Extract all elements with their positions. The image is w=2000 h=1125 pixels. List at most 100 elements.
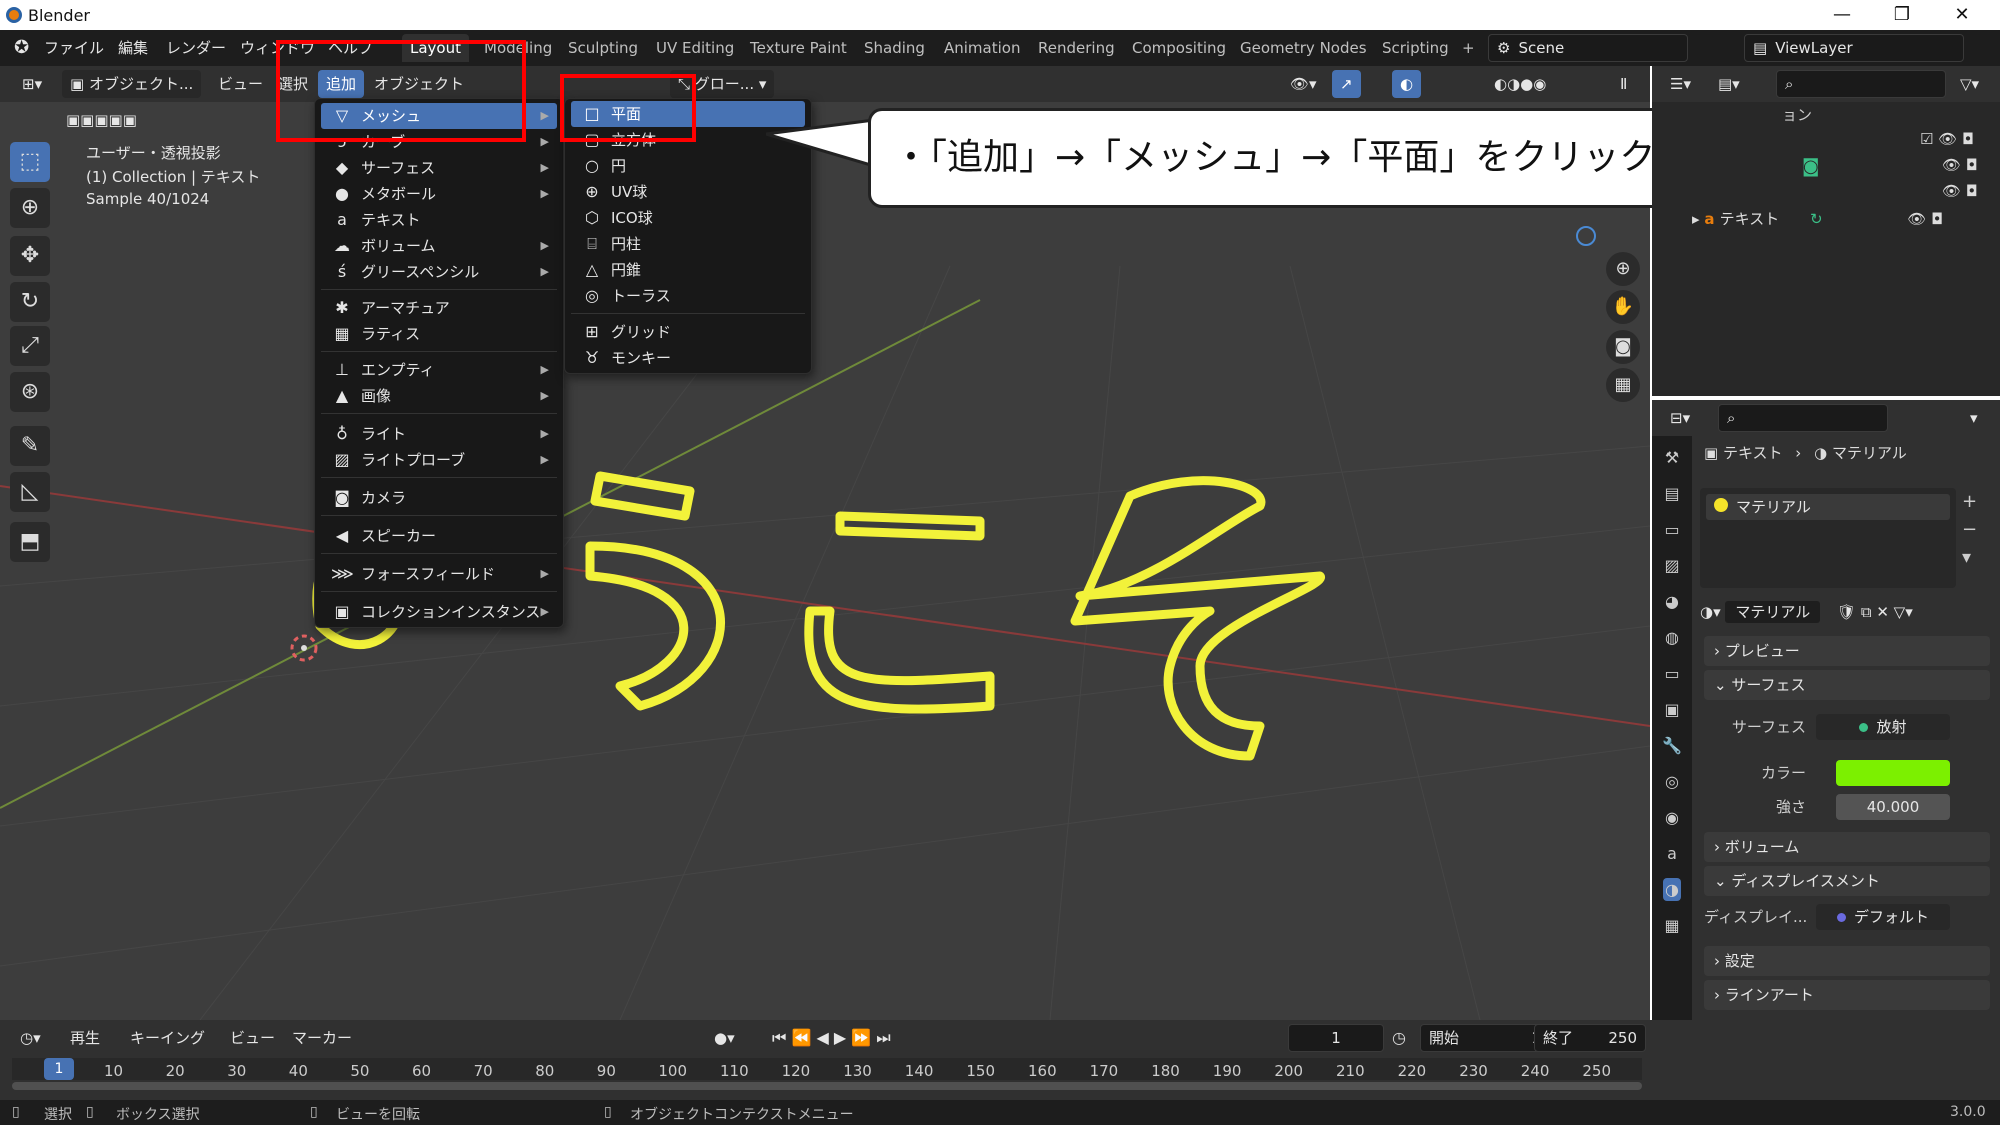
strength-field[interactable]: 40.000 [1836,794,1950,820]
timeline-scrollbar[interactable] [12,1082,1642,1090]
add-menu-item-empty[interactable]: ⊥ エンプティ ▶ [321,357,557,383]
editor-type-icon[interactable]: ⊞▾ [14,70,50,98]
displacement-field[interactable]: デフォルト [1816,904,1950,930]
tab-compositing[interactable]: Compositing [1124,34,1234,62]
outliner-text-row[interactable]: ▸ a テキスト ↻ 👁 ◘ [1692,208,1943,229]
properties-tab-icons[interactable]: ⚒ ▤ ▭ ▨ ◕ ◍ ▭ ▣ 🔧 ◎ ◉ a ◑ ▦ [1652,436,1692,944]
add-menu-item-image[interactable]: ▲ 画像 ▶ [321,383,557,409]
ortho-toggle-icon[interactable]: ▦ [1606,368,1640,402]
properties-editor-icon[interactable]: ⊟▾ [1662,404,1698,432]
transform-tool-icon[interactable]: ⊛ [10,372,50,412]
mesh-menu-item-ico-sphere[interactable]: ⬡ ICO球 [571,205,805,231]
add-menu-item-collection-instance[interactable]: ▣ コレクションインスタンス ▶ [321,599,557,625]
rotate-tool-icon[interactable]: ↻ [10,282,50,322]
timeline-menu-keying[interactable]: キーイング [122,1024,213,1052]
properties-search-input[interactable]: ⌕ [1718,404,1888,432]
tab-scripting[interactable]: Scripting [1374,34,1457,62]
visibility-icons-row3[interactable]: 👁 ◘ [1942,182,1978,200]
mesh-menu-item-grid[interactable]: ⊞ グリッド [571,319,805,345]
playback-controls-icon[interactable]: ⏮ ⏪ ◀ ▶ ⏩ ⏭ [764,1024,899,1052]
add-menu-item-camera[interactable]: ◙ カメラ [321,485,557,511]
mesh-menu-item-uv-sphere[interactable]: ⊕ UV球 [571,179,805,205]
outliner-filter-icon[interactable]: ▽▾ [1952,70,1987,98]
add-menu-item-volume[interactable]: ☁ ボリューム ▶ [321,233,557,259]
add-workspace-button[interactable]: + [1454,34,1483,62]
3d-viewport[interactable]: ⬚ ⊕ ✥ ↻ ⤢ ⊛ ✎ ◺ ⬒ ユーザー・透視投影 (1) Collecti… [0,66,1650,1020]
timeline-menu-playback[interactable]: 再生 [62,1024,108,1052]
timeline-menu-marker[interactable]: マーカー [284,1024,360,1052]
outliner-editor-icon[interactable]: ☰▾ [1662,70,1699,98]
emission-color-swatch[interactable] [1836,760,1950,786]
add-menu-item-text[interactable]: a テキスト [321,207,557,233]
panel-displacement[interactable]: ⌄ ディスプレイスメント [1704,866,1990,896]
add-menu-item-metaball[interactable]: ● メタボール ▶ [321,181,557,207]
tab-animation[interactable]: Animation [936,34,1028,62]
selection-mode-icons[interactable]: ▣▣▣▣▣ [58,106,145,134]
shading-solid-icon[interactable]: ◐◑●◉ [1486,70,1554,98]
tab-shading[interactable]: Shading [856,34,933,62]
camera-view-icon[interactable]: ◙ [1606,330,1640,364]
close-button[interactable]: ✕ [1940,2,1984,28]
mesh-menu-item-cone[interactable]: △ 円錐 [571,257,805,283]
mode-selector[interactable]: ▣ オブジェクト... [62,70,202,98]
mesh-menu-item-monkey[interactable]: ♉ モンキー [571,345,805,371]
add-menu-item-lattice[interactable]: ▦ ラティス [321,321,557,347]
pause-render-icon[interactable]: Ⅱ [1612,70,1635,98]
material-selector[interactable]: ◑▾ マテリアル 🛡 ⧉ ✕ ▽▾ [1700,598,1990,626]
panel-preview[interactable]: › プレビュー [1704,636,1990,666]
surface-shader-field[interactable]: 放射 [1816,714,1950,740]
tab-texture-paint[interactable]: Texture Paint [742,34,855,62]
tab-uv-editing[interactable]: UV Editing [648,34,742,62]
add-menu-item-force-field[interactable]: ⋙ フォースフィールド ▶ [321,561,557,587]
blender-menu-icon[interactable]: ✪ [8,36,35,60]
add-menu-item-speaker[interactable]: ◀ スピーカー [321,523,557,549]
mesh-menu-item-torus[interactable]: ◎ トーラス [571,283,805,309]
start-frame-field[interactable]: 開始1 [1420,1024,1550,1052]
add-menu-item-light[interactable]: ♁ ライト ▶ [321,421,557,447]
text-visibility-icons[interactable]: 👁 ◘ [1907,210,1943,228]
minimize-button[interactable]: — [1820,2,1864,28]
add-cube-tool-icon[interactable]: ⬒ [10,522,50,562]
viewport-menu-view[interactable]: ビュー [210,70,271,98]
cursor-tool-icon[interactable]: ⊕ [10,188,50,228]
material-slot-list[interactable]: マテリアル [1700,488,1956,588]
scene-selector[interactable]: ⚙ Scene [1488,34,1688,62]
tab-rendering[interactable]: Rendering [1030,34,1123,62]
scale-tool-icon[interactable]: ⤢ [10,326,50,366]
preview-range-icon[interactable]: ◷ [1392,1028,1406,1047]
visibility-icons-row2[interactable]: 👁 ◘ [1942,156,1978,174]
gizmo-toggle-icon[interactable]: ↗ [1332,70,1361,98]
material-browse-icon[interactable]: ◑▾ [1700,603,1725,621]
select-tool-icon[interactable]: ⬚ [10,142,50,182]
timeline-menu-view[interactable]: ビュー [222,1024,283,1052]
panel-surface[interactable]: ⌄ サーフェス [1704,670,1990,700]
panel-lineart[interactable]: › ラインアート [1704,980,1990,1010]
collection-checkbox-icon[interactable]: ☑ 👁 ◘ [1920,130,1974,148]
menu-edit[interactable]: 編集 [112,36,154,60]
maximize-button[interactable]: ❐ [1880,2,1924,28]
move-tool-icon[interactable]: ✥ [10,236,50,276]
measure-tool-icon[interactable]: ◺ [10,472,50,512]
timeline-editor-icon[interactable]: ◷▾ [12,1024,49,1052]
menu-render[interactable]: レンダー [160,36,232,60]
outliner-search-input[interactable]: ⌕ [1776,70,1946,98]
panel-volume[interactable]: › ボリューム [1704,832,1990,862]
mesh-menu-item-cylinder[interactable]: ⌸ 円柱 [571,231,805,257]
slot-buttons[interactable]: + − ▾ [1962,488,1977,572]
panel-settings[interactable]: › 設定 [1704,946,1990,976]
visibility-icon[interactable]: 👁▾ [1282,70,1325,98]
outliner-display-mode-icon[interactable]: ▤▾ [1710,70,1748,98]
add-menu-item-light-probe[interactable]: ▨ ライトプローブ ▶ [321,447,557,473]
add-menu-item-armature[interactable]: ✱ アーマチュア [321,295,557,321]
tab-sculpting[interactable]: Sculpting [560,34,646,62]
tab-geometry-nodes[interactable]: Geometry Nodes [1232,34,1375,62]
record-button-icon[interactable]: ●▾ [706,1024,743,1052]
view-layer-selector[interactable]: ▤ ViewLayer [1744,34,1964,62]
material-actions-icon[interactable]: 🛡 ⧉ ✕ ▽▾ [1837,603,1913,621]
playhead-frame[interactable]: 1 [44,1058,74,1080]
add-menu-item-grease-pencil[interactable]: ś グリースペンシル ▶ [321,259,557,285]
current-frame-field[interactable]: 1 [1288,1024,1384,1052]
zoom-icon[interactable]: ⊕ [1606,252,1640,286]
end-frame-field[interactable]: 終了 250 [1534,1024,1646,1052]
annotate-tool-icon[interactable]: ✎ [10,426,50,466]
